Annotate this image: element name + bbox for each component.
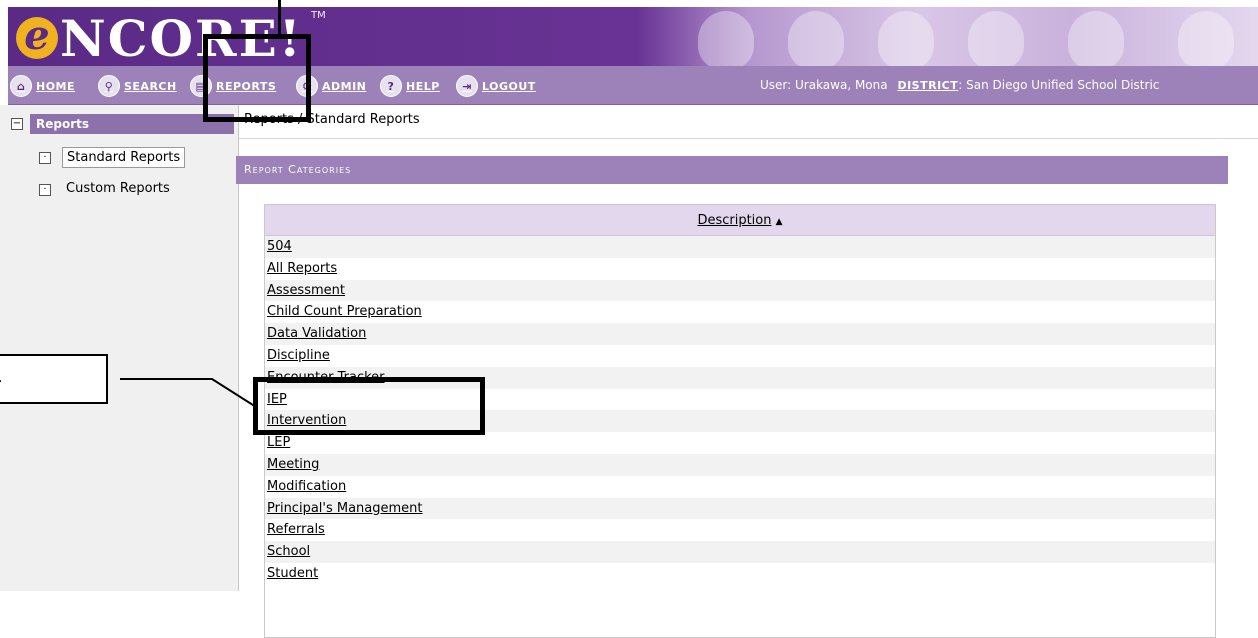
child-face-image xyxy=(1178,11,1234,66)
sidebar: − Reports · Standard Reports · Custom Re… xyxy=(0,105,239,591)
nav-logout[interactable]: ⇥ Logout xyxy=(456,75,536,97)
tree-item-custom-reports[interactable]: Custom Reports xyxy=(62,179,174,198)
category-link[interactable]: Student xyxy=(267,566,318,581)
category-link[interactable]: Data Validation xyxy=(267,326,366,341)
category-link[interactable]: Meeting xyxy=(267,457,319,472)
nav-search[interactable]: ⚲ Search xyxy=(98,75,177,97)
user-info: User: Urakawa, Mona DISTRICT: San Diego … xyxy=(760,78,1159,92)
category-link[interactable]: Referrals xyxy=(267,522,325,537)
description-sort-link[interactable]: Description xyxy=(697,213,771,228)
table-row: Modification xyxy=(265,476,1215,498)
nav-logout-label: Logout xyxy=(482,79,536,93)
nav-help-label: Help xyxy=(406,79,440,93)
child-face-image xyxy=(968,11,1024,66)
nav-help[interactable]: ? Help xyxy=(380,75,440,97)
category-link[interactable]: Child Count Preparation xyxy=(267,304,422,319)
category-link[interactable]: LEP xyxy=(267,435,290,450)
tree-node-icon: · xyxy=(39,184,51,196)
panel-title-text: Report Categories xyxy=(244,163,352,176)
table-row: Meeting xyxy=(265,453,1215,476)
category-link[interactable]: Principal's Management xyxy=(267,501,423,516)
annotation-callout: . xyxy=(0,354,108,404)
sort-ascending-icon: ▲ xyxy=(775,217,783,227)
callout-text: . xyxy=(0,370,2,386)
logout-icon: ⇥ xyxy=(456,75,478,97)
nav-bar: ⌂ Home ⚲ Search ▤ Reports ⚙ Admin ? Help… xyxy=(8,66,1258,105)
annotation-pointer-line xyxy=(278,0,281,34)
tree-item-standard-reports[interactable]: Standard Reports xyxy=(62,147,186,168)
divider xyxy=(239,138,1258,139)
table-row: Discipline xyxy=(265,345,1215,367)
collapse-toggle-icon[interactable]: − xyxy=(11,118,23,130)
table-row: Assessment xyxy=(265,279,1215,302)
header-banner: e NCORE! TM xyxy=(8,7,1258,66)
annotation-highlight-reports xyxy=(203,34,311,122)
category-link[interactable]: 504 xyxy=(267,239,292,254)
help-icon: ? xyxy=(380,75,402,97)
table-row: Student xyxy=(265,563,1215,585)
child-face-image xyxy=(1068,11,1124,66)
child-face-image xyxy=(698,11,754,66)
annotation-highlight-iep xyxy=(253,377,485,435)
category-link[interactable]: Discipline xyxy=(267,348,330,363)
table-row: Referrals xyxy=(265,519,1215,541)
search-icon: ⚲ xyxy=(98,75,120,97)
annotation-connector xyxy=(120,378,257,408)
nav-admin-label: Admin xyxy=(322,79,367,93)
category-link[interactable]: All Reports xyxy=(267,261,337,276)
category-link[interactable]: School xyxy=(267,544,310,559)
table-row: School xyxy=(265,541,1215,563)
user-name: User: Urakawa, Mona xyxy=(760,78,888,92)
home-icon: ⌂ xyxy=(10,75,32,97)
logo-trademark: TM xyxy=(311,10,326,21)
panel-title: Report Categories xyxy=(236,156,1228,184)
nav-search-label: Search xyxy=(124,79,177,93)
connector-line xyxy=(120,378,257,408)
nav-home-label: Home xyxy=(36,79,76,93)
table-row: Child Count Preparation xyxy=(265,301,1215,323)
child-face-image xyxy=(878,11,934,66)
nav-home[interactable]: ⌂ Home xyxy=(10,75,75,97)
banner-photo xyxy=(638,7,1258,66)
table-row: LEP xyxy=(265,432,1215,454)
table-row: Principal's Management xyxy=(265,497,1215,520)
tree-node-icon: · xyxy=(39,152,51,164)
table-row: All Reports xyxy=(265,258,1215,280)
category-link[interactable]: Assessment xyxy=(267,283,345,298)
table-row: 504 xyxy=(265,236,1215,258)
table-row: Data Validation xyxy=(265,323,1215,345)
report-categories-panel: Report Categories Description ▲ 504 All … xyxy=(236,156,1228,638)
child-face-image xyxy=(788,11,844,66)
district-link[interactable]: DISTRICT xyxy=(897,79,958,92)
district-value: : San Diego Unified School Distric xyxy=(958,78,1160,92)
logo-e-mark: e xyxy=(16,16,58,59)
table-header: Description ▲ xyxy=(265,205,1215,236)
category-link[interactable]: Modification xyxy=(267,479,346,494)
